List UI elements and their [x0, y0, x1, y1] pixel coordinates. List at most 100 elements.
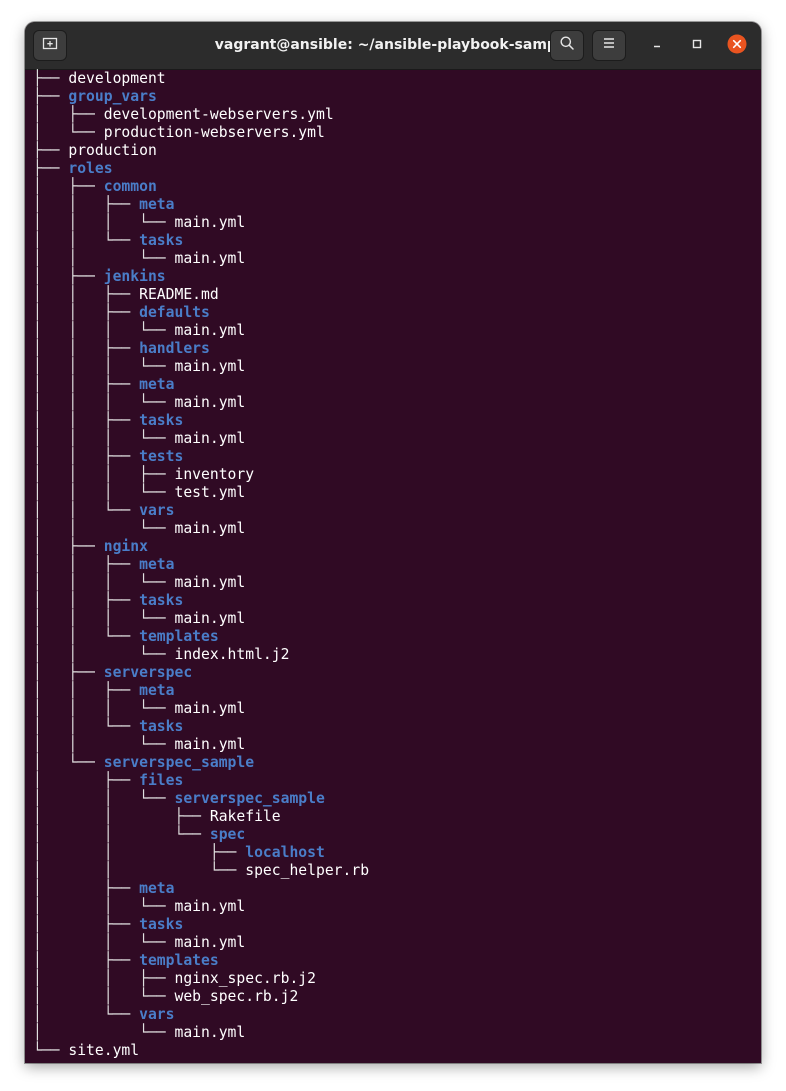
search-button[interactable]	[550, 30, 584, 61]
file-name: main.yml	[174, 358, 246, 375]
directory-name: meta	[139, 880, 175, 897]
terminal-window: vagrant@ansible: ~/ansible-playbook-samp…	[25, 22, 761, 1063]
tree-line: │ ├── files	[33, 772, 743, 790]
tree-line: │ │ │ ├── inventory	[33, 466, 743, 484]
file-name: site.yml	[68, 1042, 140, 1059]
file-name: nginx_spec.rb.j2	[174, 970, 316, 987]
tree-branch: │ │ │ └──	[33, 574, 175, 591]
tree-branch: ├──	[33, 142, 69, 159]
directory-name: defaults	[139, 304, 210, 321]
tree-branch: │ │ ├──	[33, 340, 140, 357]
tree-branch: │ ├──	[33, 178, 104, 195]
tree-branch: │ ├──	[33, 106, 104, 123]
tree-branch: │ │ ├──	[33, 970, 175, 987]
tree-branch: └──	[33, 1042, 69, 1059]
file-name: main.yml	[174, 898, 246, 915]
tree-line: ├── group_vars	[33, 88, 743, 106]
tree-branch: │ │ └──	[33, 232, 140, 249]
directory-name: vars	[139, 502, 175, 519]
file-name: main.yml	[174, 394, 246, 411]
directory-name: meta	[139, 556, 175, 573]
tree-line: │ └── serverspec_sample	[33, 754, 743, 772]
tree-line: │ │ └── spec_helper.rb	[33, 862, 743, 880]
tree-line: │ │ │ └── main.yml	[33, 574, 743, 592]
tree-branch: │ └──	[33, 1024, 175, 1041]
menu-button[interactable]	[592, 30, 626, 61]
tree-branch: │ │ ├──	[33, 196, 140, 213]
file-name: main.yml	[174, 322, 246, 339]
directory-name: meta	[139, 682, 175, 699]
directory-name: spec	[209, 826, 246, 843]
file-name: Rakefile	[209, 808, 281, 825]
hamburger-menu-icon	[601, 35, 617, 56]
tree-branch: │ │ └──	[33, 898, 175, 915]
tree-branch: │ ├──	[33, 664, 104, 681]
tree-branch: │ │ └──	[33, 988, 175, 1005]
tree-branch: │ │ │ └──	[33, 322, 175, 339]
tree-line: │ │ ├── meta	[33, 376, 743, 394]
tree-line: │ ├── tasks	[33, 916, 743, 934]
directory-name: meta	[139, 376, 175, 393]
tree-line: │ ├── meta	[33, 880, 743, 898]
file-name: main.yml	[174, 214, 246, 231]
title-bar[interactable]: vagrant@ansible: ~/ansible-playbook-samp…	[25, 22, 761, 70]
tree-line: │ │ ├── localhost	[33, 844, 743, 862]
directory-name: tasks	[139, 232, 184, 249]
tree-line: │ │ ├── handlers	[33, 340, 743, 358]
directory-name: vars	[139, 1006, 175, 1023]
tree-branch: │ │ ├──	[33, 448, 140, 465]
directory-name: tasks	[139, 412, 184, 429]
tree-line: │ ├── common	[33, 178, 743, 196]
directory-name: group_vars	[68, 88, 157, 105]
tree-branch: │ └──	[33, 1006, 140, 1023]
directory-tree: ├── development ├── group_vars │ ├── devel…	[33, 70, 743, 1060]
tree-branch: │ ├──	[33, 916, 140, 933]
tree-branch: │ ├──	[33, 952, 140, 969]
tree-branch: │ │ └──	[33, 862, 246, 879]
terminal-output[interactable]: ├── development ├── group_vars │ ├── devel…	[25, 70, 761, 1063]
new-tab-button[interactable]	[33, 30, 67, 61]
tree-line: │ │ └── serverspec_sample	[33, 790, 743, 808]
tree-branch: │ │ ├──	[33, 304, 140, 321]
tree-line: │ │ ├── tasks	[33, 592, 743, 610]
tree-branch: │ │ └──	[33, 826, 210, 843]
file-name: production	[68, 142, 157, 159]
tree-line: │ │ ├── tests	[33, 448, 743, 466]
directory-name: tasks	[139, 718, 184, 735]
tree-line: │ │ │ └── test.yml	[33, 484, 743, 502]
tree-line: │ │ └── main.yml	[33, 250, 743, 268]
file-name: development-webservers.yml	[103, 106, 334, 123]
maximize-button[interactable]	[686, 35, 708, 57]
tree-line: │ │ └── web_spec.rb.j2	[33, 988, 743, 1006]
directory-name: serverspec	[103, 664, 193, 681]
tree-branch: │ │ ├──	[33, 592, 140, 609]
directory-name: meta	[139, 196, 175, 213]
tree-line: │ │ └── tasks	[33, 718, 743, 736]
maximize-icon	[691, 37, 703, 55]
tree-line: │ │ └── main.yml	[33, 934, 743, 952]
file-name: main.yml	[174, 520, 246, 537]
tree-line: │ │ ├── meta	[33, 556, 743, 574]
tree-line: │ ├── nginx	[33, 538, 743, 556]
tree-line: │ │ └── tasks	[33, 232, 743, 250]
tree-line: │ ├── development-webservers.yml	[33, 106, 743, 124]
tree-branch: │ │ └──	[33, 718, 140, 735]
tree-line: │ │ │ └── main.yml	[33, 358, 743, 376]
tree-line: │ ├── templates	[33, 952, 743, 970]
tree-line: │ ├── jenkins	[33, 268, 743, 286]
tree-branch: │ │ └──	[33, 934, 175, 951]
new-tab-icon	[42, 35, 58, 56]
file-name: test.yml	[174, 484, 246, 501]
directory-name: handlers	[139, 340, 210, 357]
tree-line: │ │ │ └── main.yml	[33, 322, 743, 340]
tree-line: │ │ │ └── main.yml	[33, 430, 743, 448]
close-button[interactable]	[726, 34, 748, 57]
tree-line: │ │ │ └── main.yml	[33, 610, 743, 628]
file-name: main.yml	[174, 736, 246, 753]
tree-line: │ │ ├── README.md	[33, 286, 743, 304]
tree-branch: ├──	[33, 70, 69, 87]
tree-line: │ │ ├── nginx_spec.rb.j2	[33, 970, 743, 988]
minimize-button[interactable]	[646, 35, 668, 57]
tree-line: │ │ ├── tasks	[33, 412, 743, 430]
directory-name: templates	[139, 952, 219, 969]
